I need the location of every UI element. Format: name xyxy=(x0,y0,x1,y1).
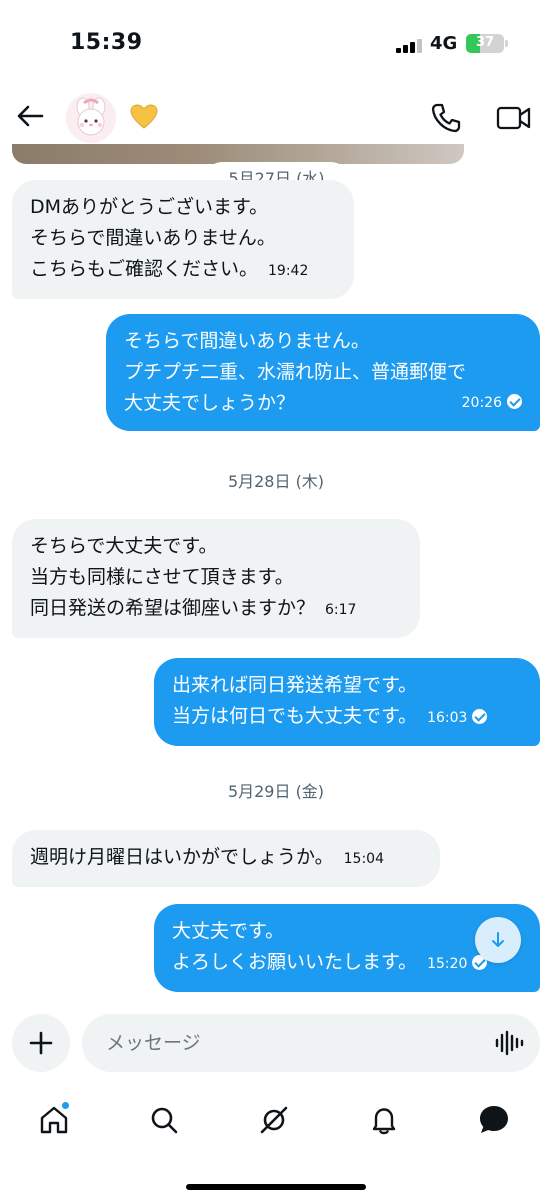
back-button[interactable] xyxy=(12,96,48,136)
message-time: 15:20 xyxy=(427,956,468,972)
call-button[interactable] xyxy=(428,100,464,136)
message-outgoing[interactable]: 出来れば同日発送希望です。 当方は何日でも大丈夫です。 16:03 xyxy=(154,658,540,746)
message-text: そちらで間違いありません。 プチプチ二重、水濡れ防止、普通郵便で 大丈夫でしょう… xyxy=(124,330,467,414)
date-separator: 5月29日 (金) xyxy=(227,782,325,801)
home-indicator xyxy=(186,1184,366,1190)
phone-icon xyxy=(431,103,461,133)
read-receipt-icon xyxy=(472,709,488,724)
status-bar: 15:39 4G 37 xyxy=(0,0,552,90)
network-type: 4G xyxy=(430,33,458,54)
message-time: 19:42 xyxy=(268,263,309,279)
battery-tip xyxy=(505,40,508,47)
message-text: 週明け月曜日はいかがでしょうか。 xyxy=(30,846,334,868)
nav-grok[interactable] xyxy=(256,1102,292,1138)
message-outgoing[interactable]: そちらで間違いありません。 プチプチ二重、水濡れ防止、普通郵便で 大丈夫でしょう… xyxy=(106,314,540,431)
voice-waveform-icon xyxy=(495,1030,524,1056)
plus-icon xyxy=(29,1031,53,1055)
bunny-character-icon xyxy=(66,93,116,143)
nav-messages[interactable] xyxy=(476,1102,512,1138)
message-time: 16:03 xyxy=(427,710,468,726)
message-input[interactable] xyxy=(106,1014,486,1072)
message-incoming[interactable]: 週明け月曜日はいかがでしょうか。 15:04 xyxy=(12,830,440,887)
scroll-to-bottom-button[interactable] xyxy=(475,917,521,963)
message-time: 6:17 xyxy=(325,602,357,618)
battery-percent: 37 xyxy=(475,35,495,50)
arrow-down-icon xyxy=(492,932,504,947)
bottom-navigation xyxy=(0,1088,552,1152)
nav-notifications[interactable] xyxy=(366,1102,402,1138)
message-time: 15:04 xyxy=(343,851,384,867)
grok-icon xyxy=(260,1106,288,1134)
message-input-container[interactable] xyxy=(82,1014,540,1072)
chat-bubble-icon xyxy=(480,1106,508,1133)
message-list[interactable]: 5月27日 (水) DMありがとうございます。 そちらで間違いありません。 こち… xyxy=(0,144,552,1004)
status-time: 15:39 xyxy=(70,30,143,55)
message-text: 出来れば同日発送希望です。 当方は何日でも大丈夫です。 xyxy=(172,674,418,727)
read-receipt-icon xyxy=(507,394,522,409)
video-camera-icon xyxy=(496,106,531,130)
video-call-button[interactable] xyxy=(494,100,534,136)
battery-icon: 37 xyxy=(466,34,504,53)
search-icon xyxy=(151,1107,178,1134)
nav-search[interactable] xyxy=(146,1102,182,1138)
add-attachment-button[interactable] xyxy=(12,1014,70,1072)
message-time: 20:26 xyxy=(461,395,502,411)
yellow-heart-emoji xyxy=(130,104,158,130)
arrow-left-icon xyxy=(17,105,44,127)
conversation-header xyxy=(0,88,552,144)
signal-strength-icon xyxy=(396,39,424,53)
shared-image-preview[interactable] xyxy=(12,144,464,164)
message-text: 大丈夫です。 よろしくお願いいたします。 xyxy=(172,920,418,973)
avatar[interactable] xyxy=(66,93,116,143)
notification-dot xyxy=(61,1101,70,1110)
message-composer xyxy=(0,1012,552,1076)
message-text: そちらで大丈夫です。 当方も同様にさせて頂きます。 同日発送の希望は御座いますか… xyxy=(30,535,316,619)
bell-icon xyxy=(372,1108,396,1135)
message-text: DMありがとうございます。 そちらで間違いありません。 こちらもご確認ください。 xyxy=(30,196,276,280)
message-incoming[interactable]: そちらで大丈夫です。 当方も同様にさせて頂きます。 同日発送の希望は御座いますか… xyxy=(12,519,420,638)
voice-message-button[interactable] xyxy=(494,1030,524,1056)
message-incoming[interactable]: DMありがとうございます。 そちらで間違いありません。 こちらもご確認ください。… xyxy=(12,180,354,299)
date-separator: 5月28日 (木) xyxy=(227,472,325,491)
